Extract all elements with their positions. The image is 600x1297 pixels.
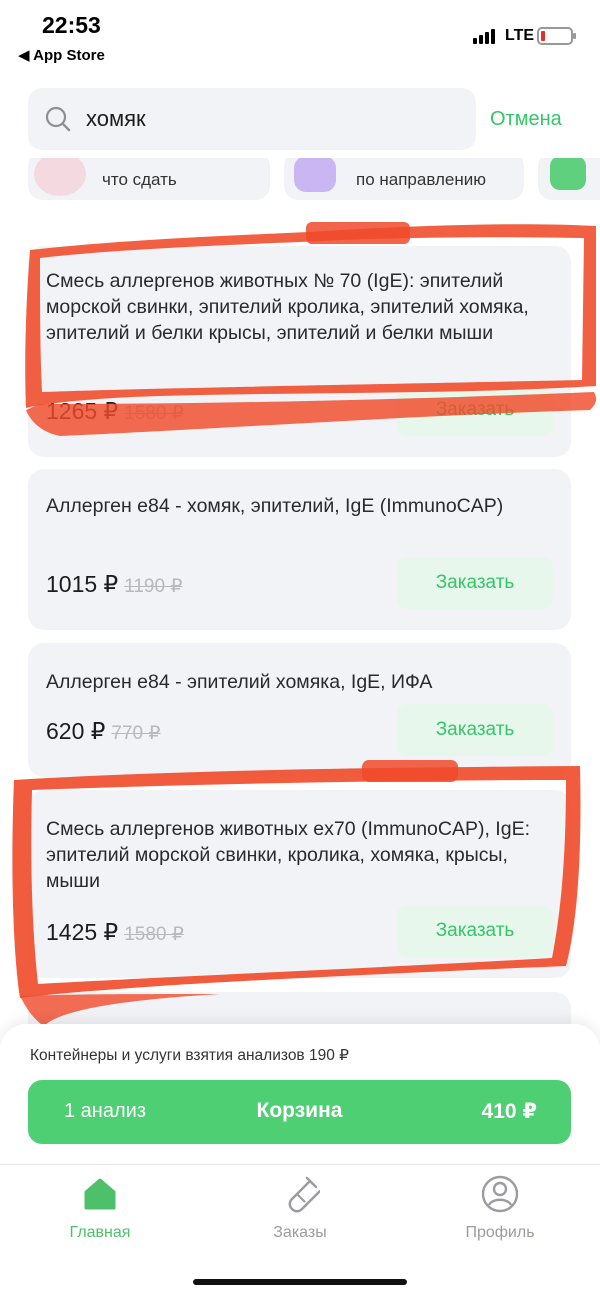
chip-by-referral[interactable]: по направлению (284, 158, 524, 200)
home-icon (84, 1178, 116, 1210)
cart-button[interactable]: 1 анализ Корзина 410 ₽ (28, 1080, 571, 1144)
order-button[interactable]: Заказать (397, 905, 553, 957)
result-card[interactable]: Смесь аллергенов животных ex70 (ImmunoCA… (28, 790, 571, 978)
back-to-app-store-link[interactable]: ◀ App Store (18, 46, 105, 64)
search-icon (45, 106, 71, 132)
tab-orders[interactable]: Заказы (230, 1174, 370, 1242)
result-card[interactable]: Аллерген e84 - эпителий хомяка, IgE, ИФА… (28, 643, 571, 777)
current-price: 1425 ₽ (46, 919, 119, 945)
current-price: 1015 ₽ (46, 571, 119, 597)
tab-profile[interactable]: Профиль (430, 1174, 570, 1242)
old-price: 1580 ₽ (124, 403, 184, 424)
current-price: 620 ₽ (46, 718, 106, 744)
result-price: 620 ₽770 ₽ (46, 718, 160, 745)
current-price: 1265 ₽ (46, 398, 119, 424)
service-fee-text: Контейнеры и услуги взятия анализов 190 … (30, 1047, 350, 1064)
test-tube-icon (288, 1176, 320, 1213)
chip-label: что сдать (102, 170, 177, 189)
cancel-button[interactable]: Отмена (490, 108, 562, 131)
home-indicator (193, 1279, 407, 1285)
search-bar[interactable] (28, 88, 476, 150)
doctor-avatar-icon (34, 158, 86, 196)
result-price: 1425 ₽1580 ₽ (46, 919, 184, 946)
order-button[interactable]: Заказать (397, 384, 553, 436)
cart-total: 410 ₽ (481, 1100, 537, 1123)
search-input[interactable] (86, 102, 456, 136)
order-button[interactable]: Заказать (397, 557, 553, 609)
tab-bar-divider (0, 1164, 600, 1165)
result-title: Аллерген e84 - эпителий хомяка, IgE, ИФА (46, 671, 433, 693)
chip-what-to-test[interactable]: что сдать (28, 158, 270, 200)
camera-icon (294, 158, 336, 192)
cart-sheet: Контейнеры и услуги взятия анализов 190 … (0, 1024, 600, 1297)
network-label: LTE (505, 27, 535, 44)
result-title: Смесь аллергенов животных № 70 (IgE): эп… (46, 270, 529, 344)
chip-label: по направлению (356, 170, 486, 189)
result-price: 1015 ₽1190 ₽ (46, 571, 182, 598)
tab-home[interactable]: Главная (30, 1174, 170, 1242)
old-price: 770 ₽ (111, 723, 161, 744)
chip-more[interactable] (538, 158, 600, 200)
profile-icon (481, 1175, 519, 1213)
status-bar: 22:53 ◀ App Store LTE (0, 0, 600, 70)
tab-label: Заказы (273, 1224, 327, 1241)
result-card[interactable]: Смесь аллергенов животных № 70 (IgE): эп… (28, 246, 571, 457)
tab-label: Профиль (465, 1224, 535, 1241)
result-title: Смесь аллергенов животных ex70 (ImmunoCA… (46, 818, 530, 892)
result-title: Аллерген e84 - хомяк, эпителий, IgE (Imm… (46, 495, 504, 517)
clock: 22:53 (42, 12, 101, 38)
checkmark-icon (550, 158, 586, 190)
tab-label: Главная (69, 1224, 131, 1241)
order-button[interactable]: Заказать (397, 704, 553, 756)
old-price: 1190 ₽ (124, 576, 183, 597)
result-card[interactable]: Аллерген e84 - хомяк, эпителий, IgE (Imm… (28, 469, 571, 630)
old-price: 1580 ₽ (124, 924, 184, 945)
battery-icon (537, 27, 576, 45)
quick-actions-row: что сдать по направлению (0, 158, 600, 204)
result-price: 1265 ₽1580 ₽ (46, 398, 184, 425)
signal-icon (473, 28, 497, 44)
